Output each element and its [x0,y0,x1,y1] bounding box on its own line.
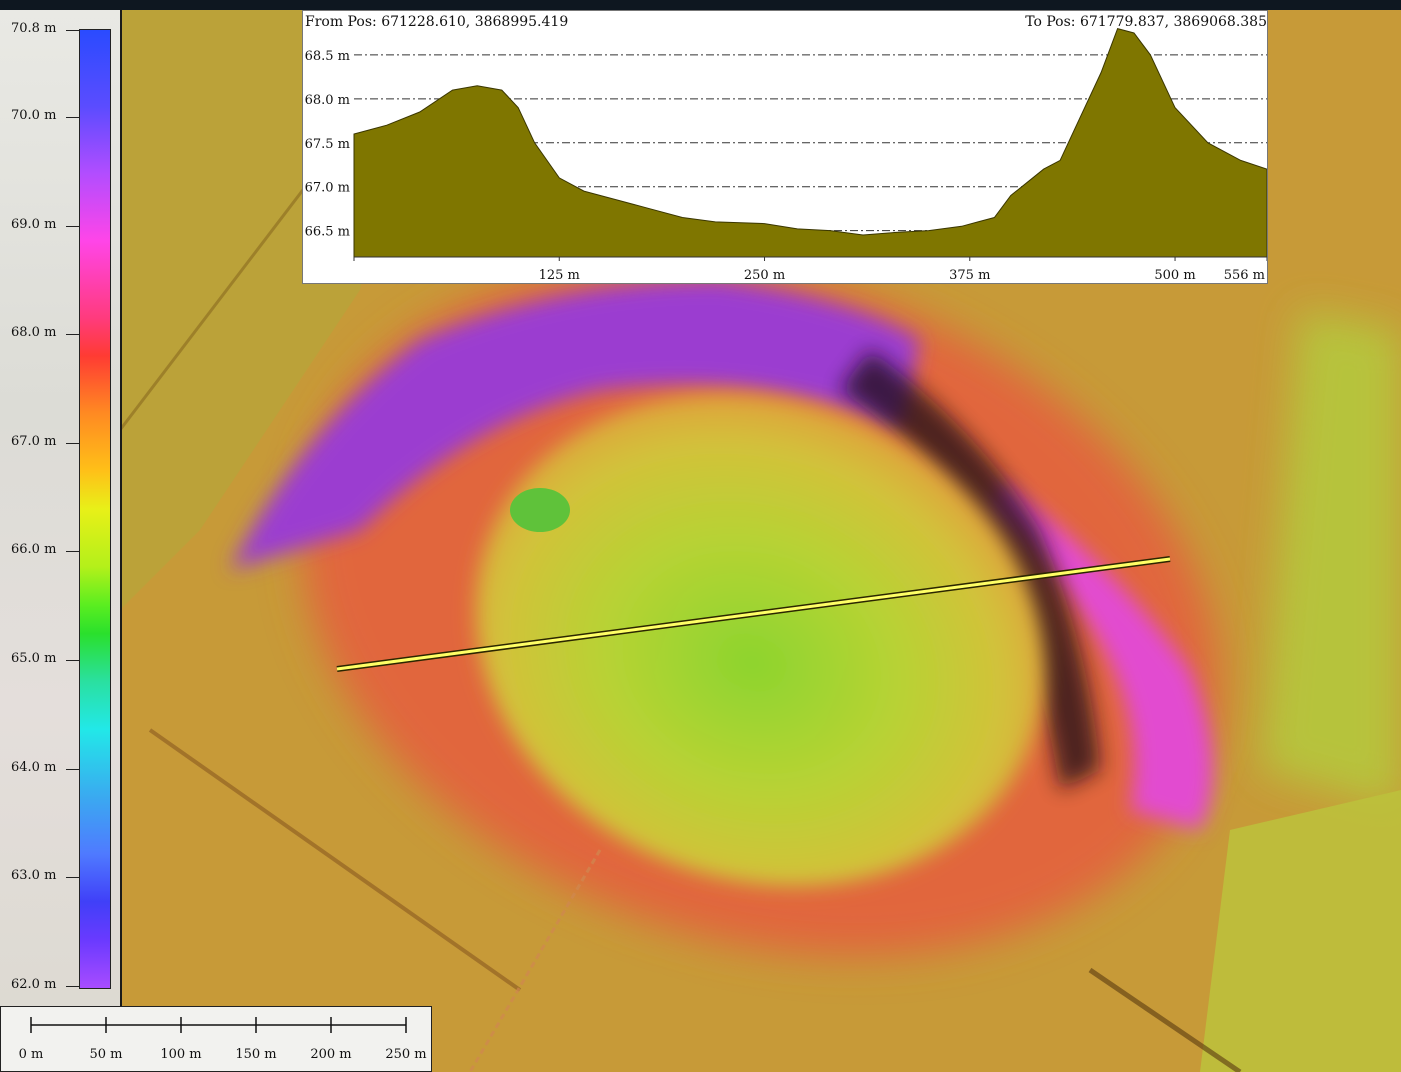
legend-tick [66,117,79,118]
elevation-profile-panel[interactable]: From Pos: 671228.610, 3868995.419 To Pos… [302,10,1268,284]
legend-label: 69.0 m [11,217,57,232]
legend-label: 68.0 m [11,325,57,340]
top-bar [0,0,1401,10]
elevation-legend: 70.8 m 70.0 m 69.0 m 68.0 m 67.0 m 66.0 … [0,10,122,1006]
x-tick-label: 500 m [1154,268,1195,283]
scale-label: 250 m [385,1047,427,1062]
legend-label: 65.0 m [11,651,57,666]
legend-tick [66,334,79,335]
legend-tick [66,877,79,878]
legend-label: 66.0 m [11,542,57,557]
y-tick-label: 66.5 m [305,225,350,240]
legend-tick [66,226,79,227]
x-tick-label: 125 m [539,268,580,283]
x-tick-label: 250 m [744,268,785,283]
legend-tick [66,30,79,31]
scale-bar-graphic [30,1017,407,1033]
y-tick-label: 68.0 m [305,93,350,108]
y-tick-label: 67.0 m [305,181,350,196]
legend-label: 70.0 m [11,108,57,123]
scale-label: 0 m [18,1047,44,1062]
legend-tick [66,551,79,552]
scale-label: 150 m [235,1047,277,1062]
profile-chart: 68.5 m 68.0 m 67.5 m 67.0 m 66.5 m 125 m 250 m… [305,27,1267,283]
y-tick-label: 68.5 m [305,49,350,64]
legend-tick [66,443,79,444]
legend-label: 62.0 m [11,977,57,992]
legend-tick [66,769,79,770]
x-tick-label: 375 m [949,268,990,283]
scale-label: 50 m [89,1047,123,1062]
y-tick-label: 67.5 m [305,137,350,152]
legend-label: 70.8 m [11,21,57,36]
legend-tick [66,660,79,661]
scale-label: 200 m [310,1047,352,1062]
profile-area [353,27,1267,258]
legend-tick [66,986,79,987]
color-ramp [79,29,111,989]
scale-label: 100 m [160,1047,202,1062]
legend-label: 64.0 m [11,760,57,775]
x-tick-label: 556 m [1224,268,1265,283]
legend-label: 63.0 m [11,868,57,883]
legend-label: 67.0 m [11,434,57,449]
scale-bar: 0 m 50 m 100 m 150 m 200 m 250 m [0,1006,432,1072]
